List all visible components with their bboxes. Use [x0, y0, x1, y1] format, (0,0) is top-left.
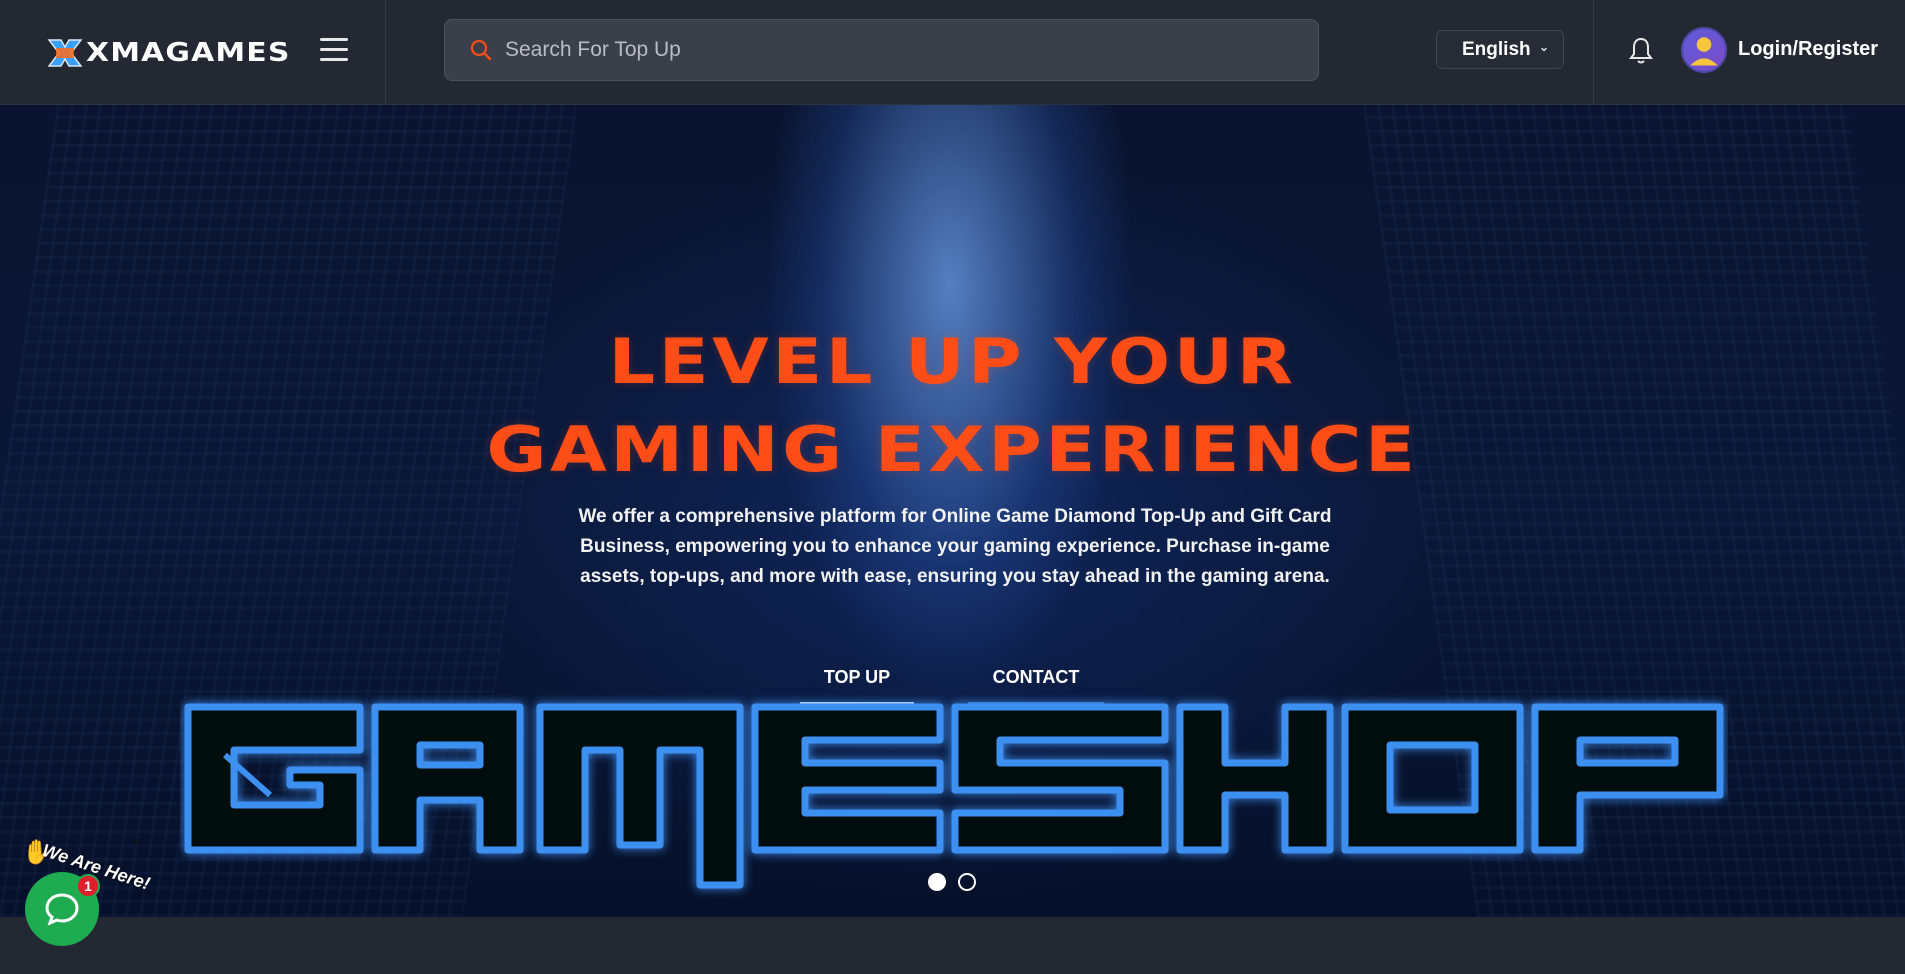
- top-header: XMAGAMES English ⌄ Login/Register: [0, 0, 1905, 105]
- hero-title-line1: LEVEL UP YOUR: [608, 325, 1297, 398]
- carousel-dots: [928, 873, 976, 891]
- language-label: English: [1462, 38, 1531, 60]
- notification-bell-icon[interactable]: [1628, 36, 1654, 66]
- logo-text: XMAGAMES: [86, 38, 291, 68]
- hero-banner: LEVEL UP YOUR GAMING EXPERIENCE We offer…: [0, 105, 1905, 917]
- hero-description: We offer a comprehensive platform for On…: [578, 506, 1332, 587]
- logo-x-icon: [47, 39, 83, 67]
- language-select[interactable]: English ⌄: [1436, 30, 1564, 69]
- carousel-dot-1[interactable]: [928, 873, 946, 891]
- search-icon: [470, 39, 492, 61]
- carousel-dot-2[interactable]: [958, 873, 976, 891]
- chat-badge: 1: [76, 874, 100, 898]
- user-icon: [1690, 37, 1718, 66]
- chevron-down-icon: ⌄: [1538, 40, 1549, 54]
- user-avatar[interactable]: [1681, 27, 1727, 73]
- xmagames-logo[interactable]: XMAGAMES: [46, 36, 289, 70]
- chat-bubble-icon: [45, 893, 79, 926]
- search-input[interactable]: [505, 38, 1285, 62]
- header-divider: [1593, 0, 1594, 105]
- hero-title-line2: GAMING EXPERIENCE: [486, 413, 1419, 486]
- header-divider: [385, 0, 386, 105]
- close-icon[interactable]: ×: [132, 834, 141, 852]
- section-band: [0, 917, 1905, 974]
- login-register-link[interactable]: Login/Register: [1738, 38, 1878, 61]
- hamburger-menu-icon[interactable]: [320, 38, 350, 64]
- search-bar[interactable]: [444, 19, 1319, 81]
